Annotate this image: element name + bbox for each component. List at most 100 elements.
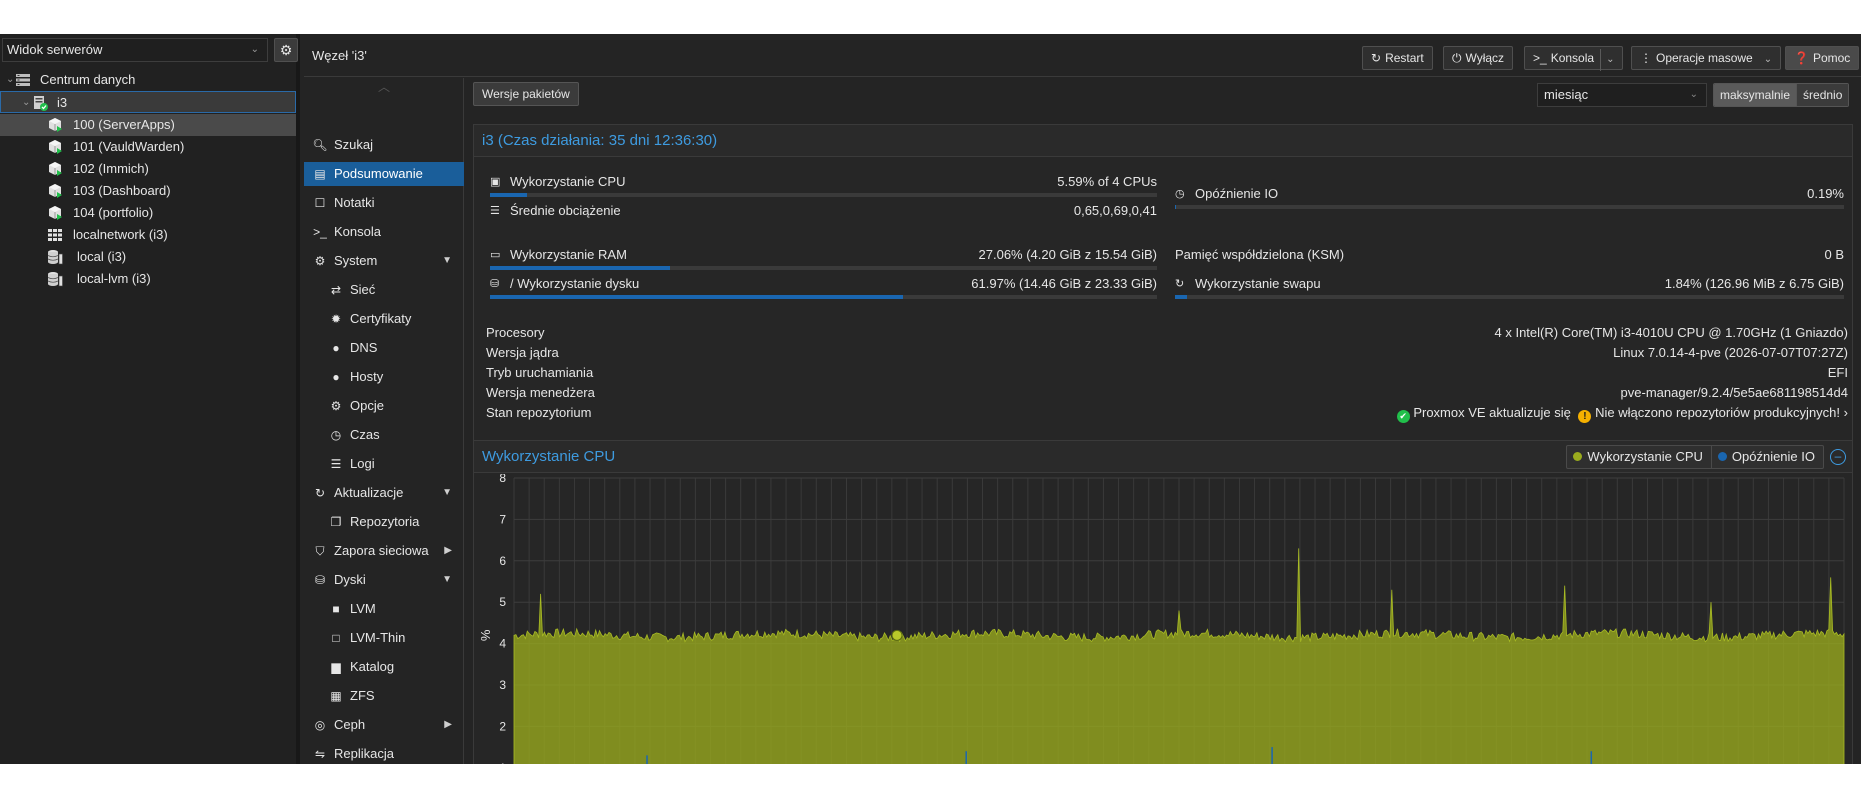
- storage-icon: [47, 250, 63, 265]
- chart-y-tick-label: 5: [499, 595, 506, 609]
- package-versions-button[interactable]: Wersje pakietów: [473, 82, 579, 106]
- nav-item-directory[interactable]: ▆ Katalog: [304, 655, 464, 679]
- grid-icon: ▦: [330, 689, 342, 703]
- mode-avg-button[interactable]: średnio: [1796, 84, 1849, 106]
- nav-item-repositories[interactable]: ❐ Repozytoria: [304, 510, 464, 534]
- nav-item-label: Czas: [350, 427, 380, 442]
- chevron-down-icon: ⌄: [1689, 89, 1698, 100]
- tree-item-storage-local[interactable]: local (i3): [0, 246, 296, 268]
- io-delay-value: 0.19%: [1807, 186, 1844, 201]
- scroll-up-icon[interactable]: ︿: [304, 78, 464, 95]
- nav-item-zfs[interactable]: ▦ ZFS: [304, 684, 464, 708]
- cpu-icon: ▣: [490, 176, 501, 188]
- repo-warning-text: Nie włączono repozytoriów produkcyjnych!: [1595, 405, 1841, 420]
- terminal-icon: >_: [1533, 51, 1547, 65]
- mode-max-button[interactable]: maksymalnie: [1714, 84, 1797, 106]
- container-running-icon: [49, 206, 62, 220]
- chart-hover-marker[interactable]: [891, 629, 903, 641]
- tree-item-vm-102[interactable]: 102 (Immich): [0, 158, 296, 180]
- status-panel: i3 (Czas działania: 35 dni 12:36:30) ▣ W…: [473, 124, 1853, 476]
- storage-icon: [47, 272, 63, 287]
- ram-usage-value: 27.06% (4.20 GiB z 15.54 GiB): [978, 247, 1157, 262]
- help-label: Pomoc: [1812, 51, 1851, 65]
- nav-item-ceph[interactable]: ◎ Ceph ▶: [304, 713, 464, 737]
- nav-item-logs[interactable]: ☰ Logi: [304, 452, 464, 476]
- view-select[interactable]: Widok serwerów ⌄: [2, 38, 268, 62]
- cpu-usage-bar: [490, 193, 1157, 197]
- tree-item-datacenter[interactable]: ⌄ Centrum danych: [0, 69, 296, 91]
- info-label: Tryb uruchamiania: [486, 365, 594, 380]
- tree-item-vm-100[interactable]: 100 (ServerApps): [0, 114, 296, 136]
- datacenter-icon: [16, 74, 30, 86]
- io-delay-bar-fill: [1175, 205, 1177, 209]
- container-running-icon: [49, 140, 62, 154]
- nav-item-label: ZFS: [350, 688, 375, 703]
- page-title: Węzeł 'i3': [312, 48, 367, 63]
- nav-item-lvm[interactable]: ■ LVM: [304, 597, 464, 621]
- node-nav-menu: ︿ 🔍︎ Szukaj ▤ Podsumowanie ☐ Notatki >_ Kons…: [304, 78, 464, 764]
- cpu-chart-title: Wykorzystanie CPU Wykorzystanie CPU Opóźn…: [474, 441, 1852, 473]
- caret-down-icon: ▼: [442, 487, 452, 498]
- nav-item-replication[interactable]: ⇋ Replikacja: [304, 742, 464, 764]
- tree-item-label: i3: [57, 95, 68, 110]
- tree-item-node-i3[interactable]: ⌄ i3: [0, 91, 296, 113]
- timeframe-select[interactable]: miesiąc ⌄: [1537, 83, 1707, 107]
- summary-content: Wersje pakietów miesiąc ⌄ maksymalnie śre…: [465, 78, 1861, 764]
- tree-item-network[interactable]: localnetwork (i3): [0, 224, 296, 246]
- nav-item-summary[interactable]: ▤ Podsumowanie: [304, 162, 464, 186]
- tree-settings-button[interactable]: ⚙: [274, 38, 298, 62]
- chevron-down-icon: ⌄: [1763, 54, 1773, 65]
- refresh-icon: ↻: [1175, 278, 1185, 290]
- shutdown-button[interactable]: ⏻ Wyłącz: [1443, 46, 1514, 70]
- tree-item-vm-104[interactable]: 104 (portfolio): [0, 202, 296, 224]
- nav-item-system[interactable]: ⚙ System ▼: [304, 249, 464, 273]
- help-button[interactable]: ❓ Pomoc: [1785, 46, 1860, 70]
- tree-item-vm-101[interactable]: 101 (VauldWarden): [0, 136, 296, 158]
- nav-item-network[interactable]: ⇄ Sieć: [304, 278, 464, 302]
- tree-item-vm-103[interactable]: 103 (Dashboard): [0, 180, 296, 202]
- caret-down-icon: ▼: [442, 255, 452, 266]
- load-average-value: 0,65,0,69,0,41: [1073, 203, 1157, 218]
- tree-item-label: local-lvm (i3): [77, 271, 151, 286]
- console-button[interactable]: >_ Konsola ⌄: [1524, 46, 1624, 71]
- chevron-down-icon: ⌄: [250, 44, 259, 55]
- chart-y-tick-label: 8: [499, 474, 506, 485]
- nav-item-lvm-thin[interactable]: □ LVM-Thin: [304, 626, 464, 650]
- chevron-down-icon[interactable]: ⌄: [1600, 49, 1614, 71]
- ram-usage-row: ▭ Wykorzystanie RAM 27.06% (4.20 GiB z 1…: [490, 246, 1157, 266]
- bulk-actions-label: Operacje masowe: [1656, 51, 1753, 65]
- chevron-down-icon[interactable]: ⌄: [6, 69, 14, 91]
- disk-usage-value: 61.97% (14.46 GiB z 23.33 GiB): [971, 276, 1157, 291]
- cogs-icon: ⚙: [314, 254, 326, 268]
- nav-item-notes[interactable]: ☐ Notatki: [304, 191, 464, 215]
- info-row-cpus: Procesory 4 x Intel(R) Core(TM) i3-4010U …: [486, 323, 1848, 343]
- nav-item-dns[interactable]: ● DNS: [304, 336, 464, 360]
- bulk-actions-button[interactable]: ⋮ Operacje masowe ⌄: [1631, 46, 1782, 70]
- nav-item-disks[interactable]: ⛁ Dyski ▼: [304, 568, 464, 592]
- nav-item-firewall[interactable]: ⛉ Zapora sieciowa ▶: [304, 539, 464, 563]
- info-row-kernel: Wersja jądra Linux 7.0.14-4-pve (2026-07-…: [486, 343, 1848, 363]
- nav-item-options[interactable]: ⚙ Opcje: [304, 394, 464, 418]
- restart-button[interactable]: ↻ Restart: [1362, 46, 1433, 70]
- legend-item-io[interactable]: Opóźnienie IO: [1710, 446, 1823, 468]
- nav-item-search[interactable]: 🔍︎ Szukaj: [304, 133, 464, 157]
- nav-item-time[interactable]: ◷ Czas: [304, 423, 464, 447]
- load-average-row: ☰ Średnie obciążenie 0,65,0,69,0,41: [490, 202, 1157, 222]
- nav-item-hosts[interactable]: ● Hosty: [304, 365, 464, 389]
- legend-dot-cpu: [1573, 452, 1583, 461]
- info-value: EFI: [1827, 365, 1848, 380]
- files-icon: ❐: [330, 515, 342, 529]
- nav-item-certificates[interactable]: ✹ Certyfikaty: [304, 307, 464, 331]
- nav-item-updates[interactable]: ↻ Aktualizacje ▼: [304, 481, 464, 505]
- nav-item-label: LVM-Thin: [350, 630, 406, 645]
- chart-y-tick-label: 2: [499, 719, 506, 733]
- chart-menu-icon[interactable]: –: [1830, 449, 1846, 465]
- repo-ok-text: Proxmox VE aktualizuje się: [1413, 405, 1571, 420]
- load-average-label: Średnie obciążenie: [510, 203, 621, 218]
- tree-item-storage-local-lvm[interactable]: local-lvm (i3): [0, 268, 296, 290]
- legend-item-cpu[interactable]: Wykorzystanie CPU: [1567, 446, 1710, 468]
- chevron-down-icon[interactable]: ⌄: [22, 92, 30, 114]
- repository-status-value[interactable]: ✔ Proxmox VE aktualizuje się ! Nie włącz…: [1396, 403, 1848, 423]
- globe-icon: ●: [332, 341, 340, 355]
- nav-item-console[interactable]: >_ Konsola: [304, 220, 464, 244]
